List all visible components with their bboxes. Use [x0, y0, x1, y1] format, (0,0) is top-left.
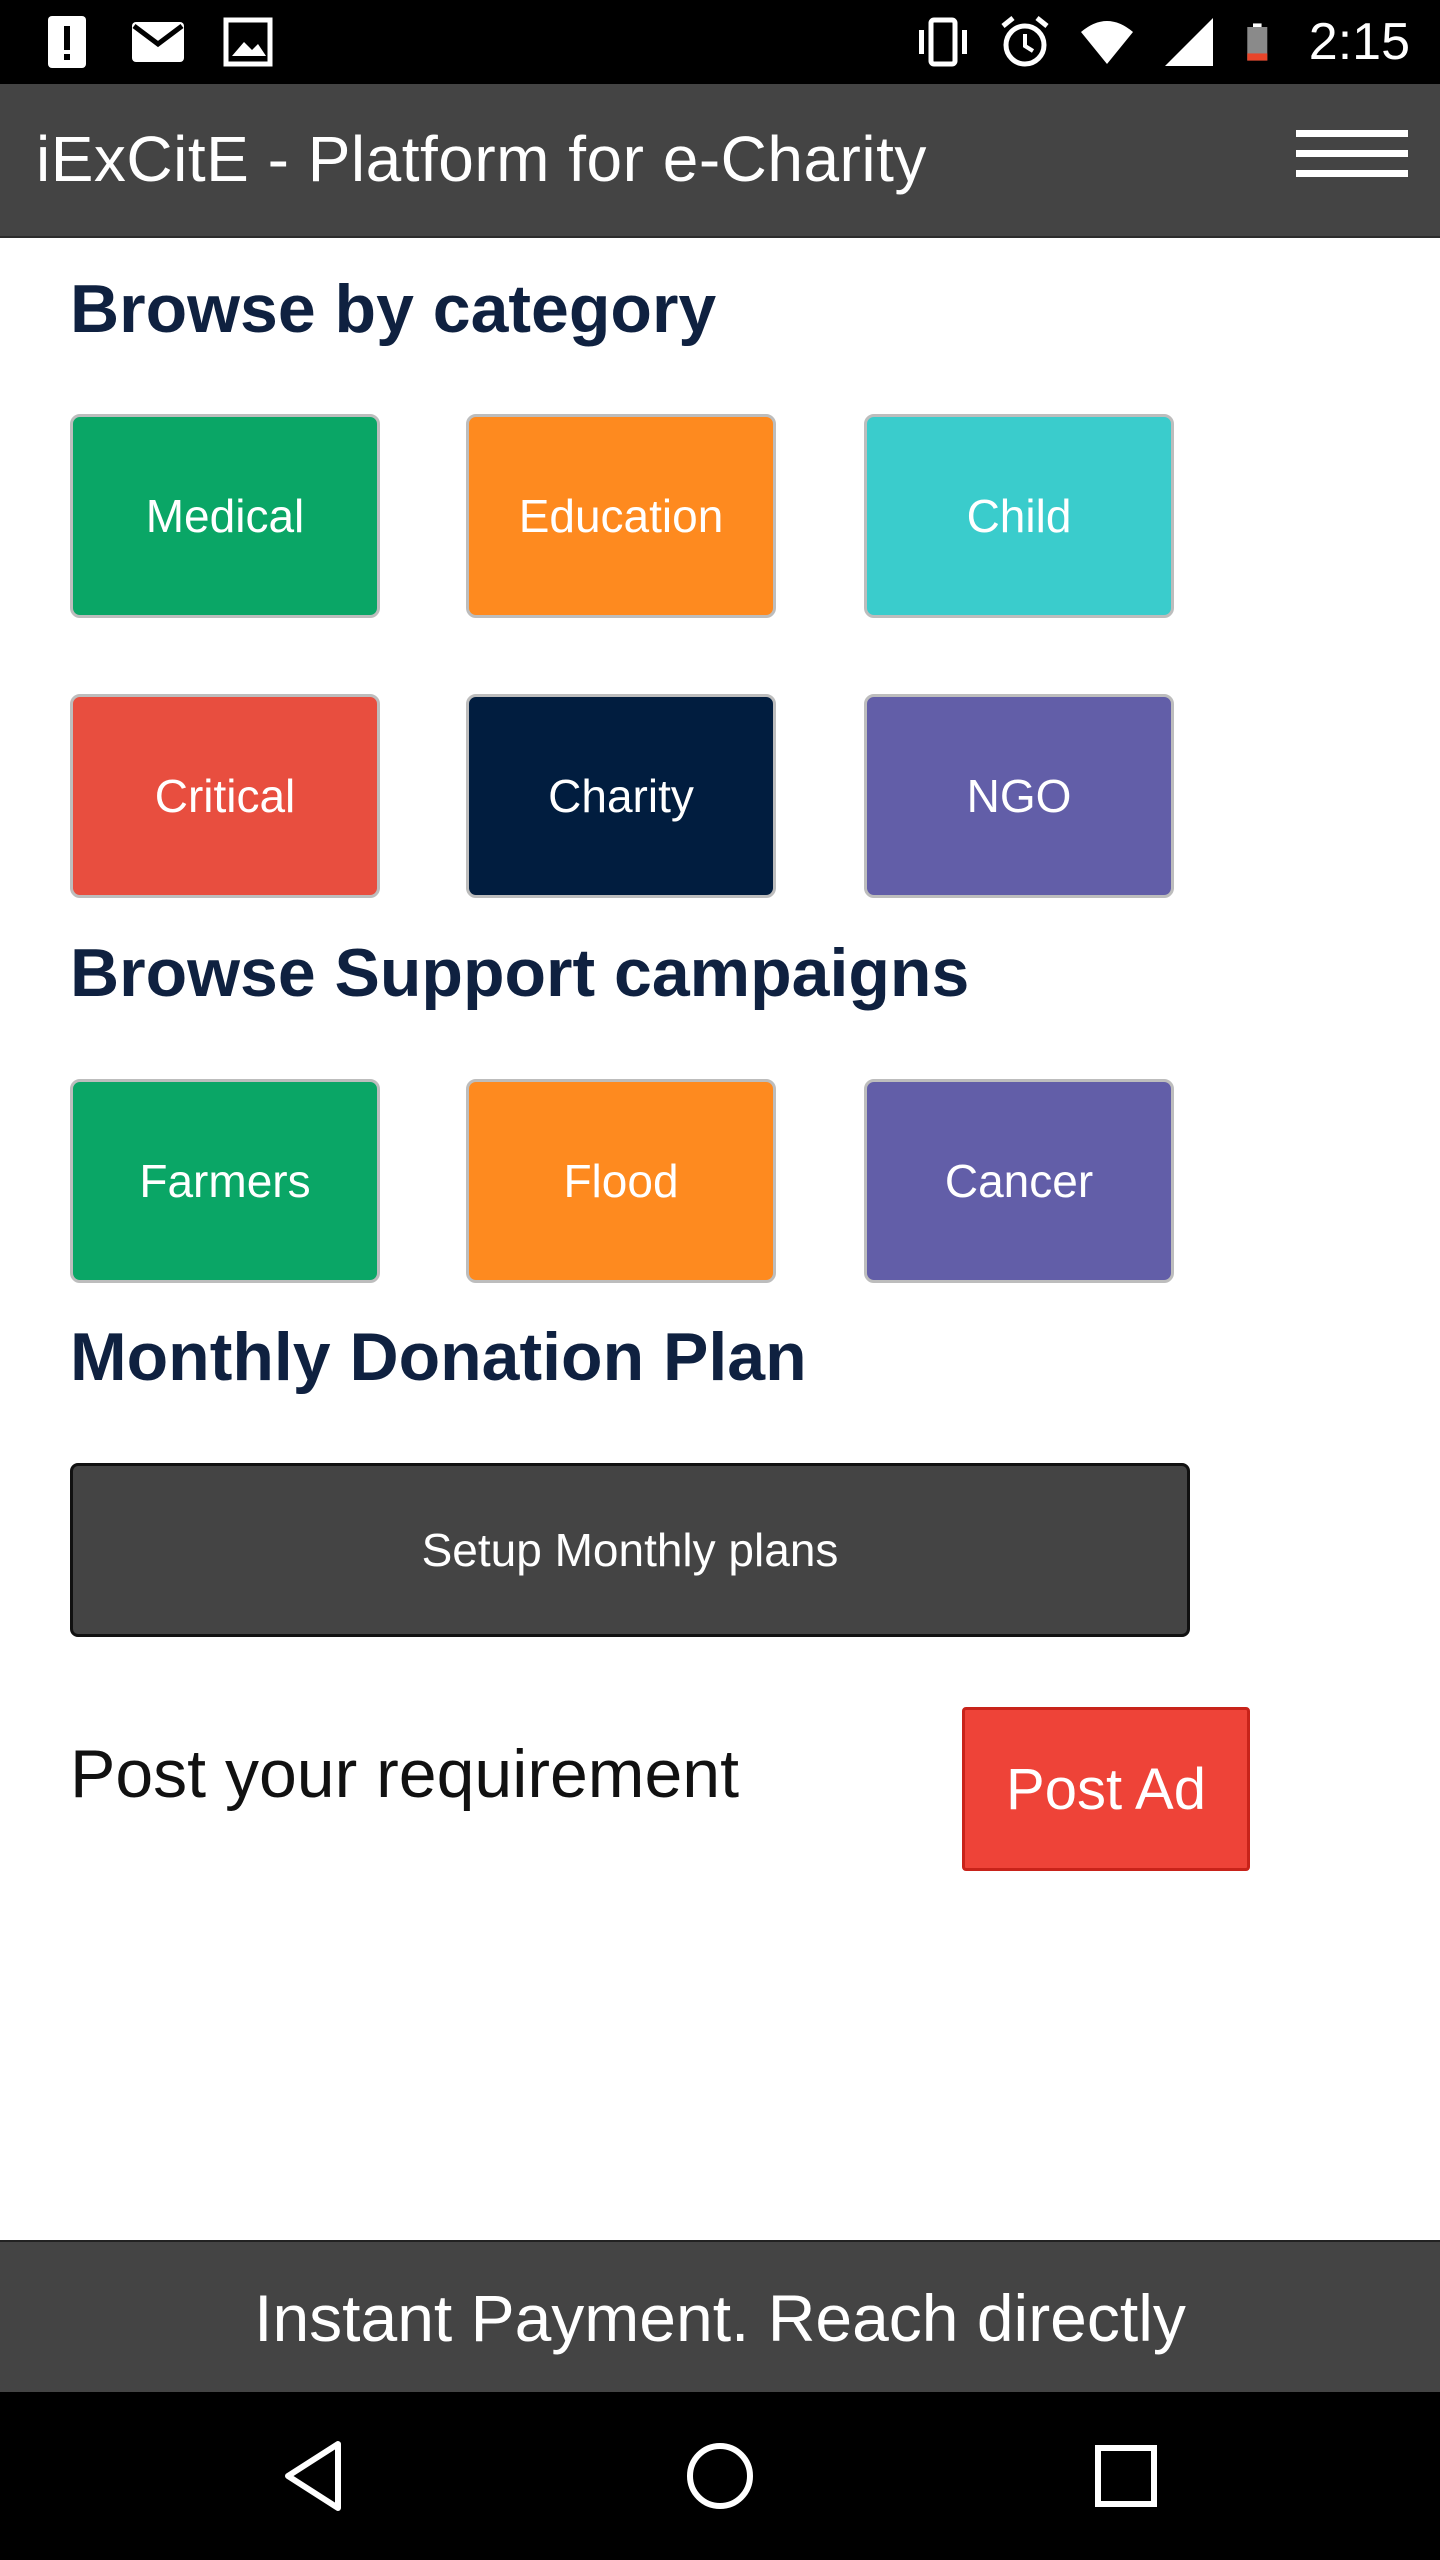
app-bar: iExCitE - Platform for e-Charity	[0, 84, 1440, 238]
campaign-farmers-button[interactable]: Farmers	[70, 1079, 380, 1283]
alert-icon	[48, 16, 86, 68]
image-icon	[223, 17, 273, 67]
campaign-cancer-button[interactable]: Cancer	[864, 1079, 1174, 1283]
battery-icon	[1247, 23, 1268, 61]
post-ad-button[interactable]: Post Ad	[962, 1707, 1250, 1871]
footer-text: Instant Payment. Reach directly	[254, 2281, 1186, 2355]
recents-icon[interactable]	[1086, 2436, 1166, 2516]
hamburger-menu-icon[interactable]	[1296, 130, 1408, 190]
category-ngo-button[interactable]: NGO	[864, 694, 1174, 898]
setup-monthly-plans-button[interactable]: Setup Monthly plans	[70, 1463, 1190, 1637]
campaign-flood-button[interactable]: Flood	[466, 1079, 776, 1283]
campaigns-heading: Browse Support campaigns	[70, 935, 970, 1011]
category-education-button[interactable]: Education	[466, 414, 776, 618]
home-icon[interactable]	[680, 2436, 760, 2516]
wifi-icon	[1080, 21, 1133, 64]
category-critical-button[interactable]: Critical	[70, 694, 380, 898]
footer-banner: Instant Payment. Reach directly	[0, 2240, 1440, 2394]
status-bar: 2:15	[0, 0, 1440, 84]
signal-icon	[1164, 18, 1213, 66]
app-title: iExCitE - Platform for e-Charity	[36, 123, 927, 195]
category-charity-button[interactable]: Charity	[466, 694, 776, 898]
back-icon[interactable]	[276, 2436, 356, 2516]
category-child-button[interactable]: Child	[864, 414, 1174, 618]
category-medical-button[interactable]: Medical	[70, 414, 380, 618]
status-time: 2:15	[1308, 13, 1410, 71]
vibrate-icon	[918, 17, 967, 67]
system-nav-bar	[0, 2392, 1440, 2560]
mail-icon	[132, 22, 184, 62]
alarm-icon	[1001, 16, 1049, 67]
post-requirement-label: Post your requirement	[70, 1736, 739, 1812]
categories-heading: Browse by category	[70, 271, 717, 347]
monthly-heading: Monthly Donation Plan	[70, 1319, 807, 1395]
